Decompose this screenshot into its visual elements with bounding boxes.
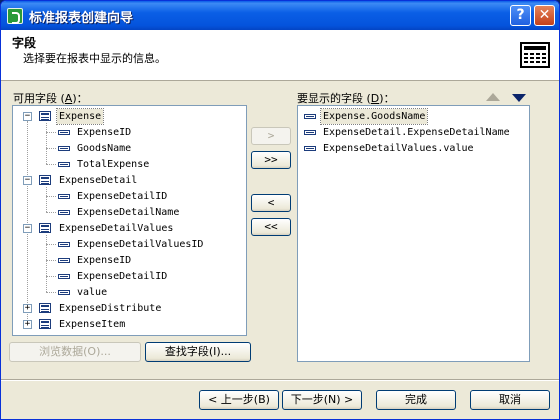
tree-field-node[interactable]: ExpenseID — [77, 125, 131, 140]
tree-table-node[interactable]: ExpenseItem — [57, 317, 127, 332]
tree-table-node[interactable]: Expense — [55, 108, 105, 125]
tree-expander-4[interactable]: + — [23, 320, 32, 329]
tree-field-node[interactable]: ExpenseDetailID — [77, 189, 167, 204]
tree-expander-3[interactable]: + — [23, 304, 32, 313]
field-icon — [304, 114, 316, 119]
footer-separator — [1, 379, 559, 381]
selected-fields-label: 要显示的字段 (D)： — [297, 92, 395, 105]
field-icon — [58, 146, 70, 151]
move-up-icon[interactable] — [486, 93, 500, 101]
find-field-button[interactable]: 查找字段(I)... — [145, 342, 251, 362]
back-button[interactable]: < 上一步(B) — [199, 390, 279, 410]
tree-table-node[interactable]: ExpenseDetailValues — [57, 221, 175, 236]
finish-button[interactable]: 完成 — [376, 390, 456, 410]
page-subtitle: 选择要在报表中显示的信息。 — [23, 52, 166, 65]
list-item[interactable]: ExpenseDetailValues.value — [321, 141, 476, 156]
remove-all-fields-button[interactable]: << — [251, 218, 291, 236]
list-item[interactable]: Expense.GoodsName — [319, 108, 429, 125]
field-icon — [58, 162, 70, 167]
available-fields-tree[interactable]: − Expense ExpenseID GoodsName TotalExpense − E… — [12, 105, 247, 336]
tree-expander-0[interactable]: − — [23, 112, 32, 121]
field-icon — [58, 130, 70, 135]
tree-field-node[interactable]: ExpenseDetailID — [77, 269, 167, 284]
field-icon — [58, 242, 70, 247]
window-title: 标准报表创建向导 — [29, 11, 134, 26]
tree-field-node[interactable]: GoodsName — [77, 141, 131, 156]
table-icon — [39, 319, 51, 329]
tree-field-node[interactable]: ExpenseID — [77, 253, 131, 268]
table-icon — [39, 175, 51, 185]
move-down-icon[interactable] — [512, 94, 526, 102]
field-icon — [58, 274, 70, 279]
wizard-dialog: 标准报表创建向导 ? ✕ 字段 选择要在报表中显示的信息。 可用字段 (A)： … — [0, 0, 560, 420]
title-bar[interactable]: 标准报表创建向导 ? ✕ — [1, 1, 559, 30]
remove-field-button[interactable]: < — [251, 194, 291, 212]
wizard-header: 字段 选择要在报表中显示的信息。 — [1, 30, 559, 81]
tree-field-node[interactable]: value — [77, 285, 107, 300]
page-title: 字段 — [12, 36, 37, 50]
field-icon — [58, 290, 70, 295]
tree-field-node[interactable]: ExpenseDetailName — [77, 205, 179, 220]
add-all-fields-button[interactable]: >> — [251, 151, 291, 169]
available-fields-label: 可用字段 (A)： — [13, 92, 88, 105]
tree-table-node[interactable]: ExpenseDistribute — [57, 301, 163, 316]
tree-expander-2[interactable]: − — [23, 224, 32, 233]
selected-fields-list[interactable]: Expense.GoodsName ExpenseDetail.ExpenseDe… — [297, 105, 530, 362]
field-icon — [58, 258, 70, 263]
cancel-button[interactable]: 取消 — [470, 390, 550, 410]
field-icon — [304, 130, 316, 135]
add-field-button[interactable]: > — [251, 127, 291, 145]
app-icon — [7, 8, 23, 24]
table-icon — [39, 111, 51, 121]
table-icon — [39, 303, 51, 313]
tree-field-node[interactable]: TotalExpense — [77, 157, 149, 172]
list-item[interactable]: ExpenseDetail.ExpenseDetailName — [321, 125, 512, 140]
help-button[interactable]: ? — [510, 5, 531, 26]
field-icon — [304, 146, 316, 151]
close-button[interactable]: ✕ — [534, 5, 555, 26]
field-icon — [58, 210, 70, 215]
report-table-icon — [520, 42, 550, 68]
tree-expander-1[interactable]: − — [23, 176, 32, 185]
tree-table-node[interactable]: ExpenseDetail — [57, 173, 139, 188]
field-icon — [58, 194, 70, 199]
table-icon — [39, 223, 51, 233]
next-button[interactable]: 下一步(N) > — [282, 390, 362, 410]
tree-field-node[interactable]: ExpenseDetailValuesID — [77, 237, 203, 252]
browse-data-button[interactable]: 浏览数据(O)... — [9, 342, 141, 362]
